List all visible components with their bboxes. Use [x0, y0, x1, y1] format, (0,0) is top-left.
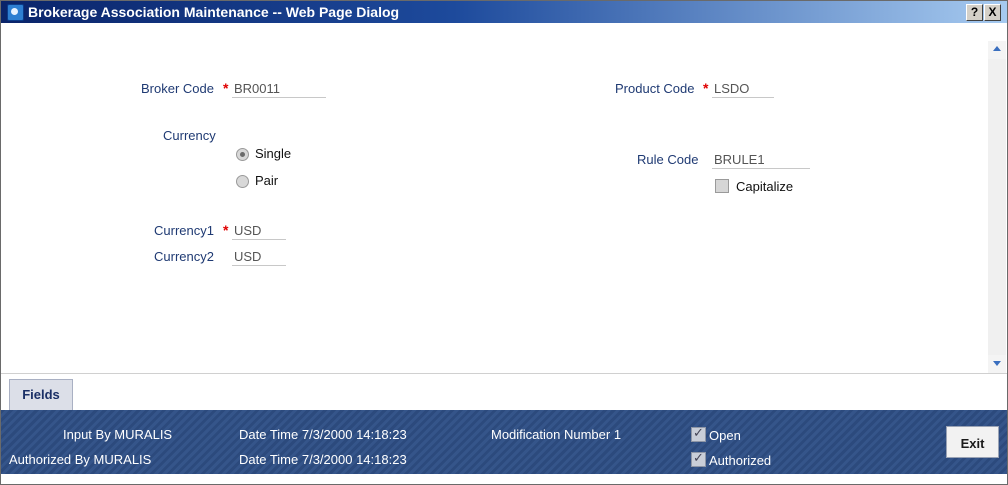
input-by-text: Input By MURALIS — [63, 427, 173, 442]
bottom-strip — [1, 474, 1007, 484]
single-radio-label: Single — [255, 146, 292, 161]
currency2-label: Currency2 — [154, 249, 214, 264]
authorized-by-text: Authorized By MURALIS — [9, 452, 152, 467]
required-marker: * — [223, 222, 229, 238]
required-marker: * — [703, 80, 709, 96]
rule-code-label: Rule Code — [637, 152, 699, 167]
currency2-input[interactable] — [232, 247, 286, 266]
scroll-up-arrow-icon[interactable] — [988, 41, 1006, 59]
currency1-input[interactable] — [232, 221, 286, 240]
exit-button[interactable]: Exit — [946, 426, 999, 458]
close-button[interactable]: X — [984, 4, 1001, 21]
product-code-label: Product Code — [615, 81, 695, 96]
authorized-datetime-text: Date Time 7/3/2000 14:18:23 — [239, 452, 407, 467]
required-marker: * — [223, 80, 229, 96]
currency-label: Currency — [163, 128, 216, 143]
authorized-label: Authorized — [709, 453, 772, 468]
dialog-window: Brokerage Association Maintenance -- Web… — [0, 0, 1008, 485]
currency1-label: Currency1 — [154, 223, 214, 238]
capitalize-checkbox[interactable] — [715, 179, 729, 193]
rule-code-input[interactable] — [712, 150, 810, 169]
tab-row — [1, 373, 1007, 410]
input-datetime-text: Date Time 7/3/2000 14:18:23 — [239, 427, 407, 442]
capitalize-label: Capitalize — [736, 179, 794, 194]
authorized-checkbox[interactable] — [691, 450, 706, 467]
title-bar: Brokerage Association Maintenance -- Web… — [1, 1, 1007, 23]
vertical-scrollbar[interactable] — [988, 41, 1006, 373]
tab-fields[interactable]: Fields — [9, 379, 73, 411]
product-code-input[interactable] — [712, 79, 774, 98]
audit-footer — [1, 410, 1007, 474]
window-title: Brokerage Association Maintenance -- Web… — [28, 4, 400, 20]
help-button[interactable]: ? — [966, 4, 983, 21]
pair-radio[interactable] — [236, 175, 249, 188]
open-label: Open — [709, 428, 741, 443]
modification-number-text: Modification Number 1 — [491, 427, 622, 442]
window-app-icon — [7, 4, 24, 21]
broker-code-label: Broker Code — [141, 81, 214, 96]
pair-radio-label: Pair — [255, 173, 279, 188]
open-checkbox[interactable] — [691, 425, 706, 442]
single-radio[interactable] — [236, 148, 249, 161]
broker-code-input[interactable] — [232, 79, 326, 98]
scroll-down-arrow-icon[interactable] — [988, 355, 1006, 373]
